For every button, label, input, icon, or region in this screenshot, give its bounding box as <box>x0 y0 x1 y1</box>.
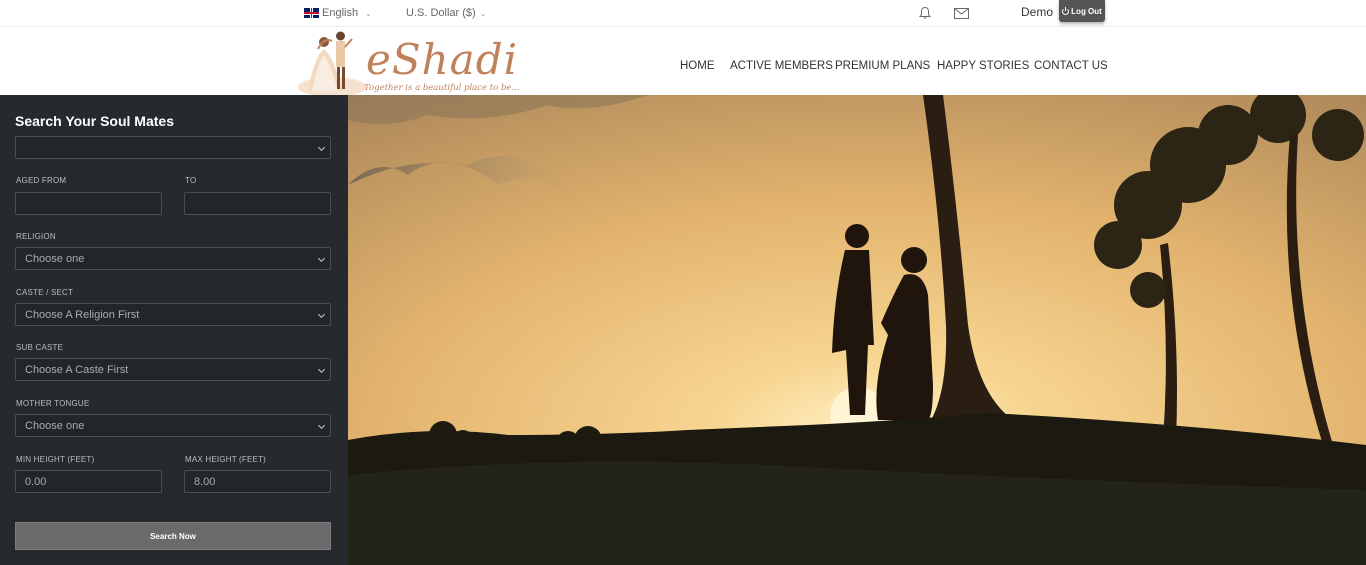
search-now-button[interactable]: Search Now <box>15 522 331 550</box>
caste-label: CASTE / SECT <box>16 288 74 297</box>
nav-contact-us[interactable]: CONTACT US <box>1034 60 1108 72</box>
nav-happy-stories[interactable]: HAPPY STORIES <box>937 60 1029 72</box>
logout-label: Log Out <box>1071 6 1102 16</box>
profile-type-select[interactable] <box>15 136 331 159</box>
aged-to-input[interactable] <box>184 192 331 215</box>
uk-flag-icon <box>304 8 319 18</box>
top-bar: English ⌄ U.S. Dollar ($) ⌄ Demo Log Out <box>0 0 1366 27</box>
aged-from-label: AGED FROM <box>16 176 67 185</box>
username-label[interactable]: Demo <box>1021 5 1053 19</box>
language-label: English <box>322 7 359 19</box>
max-height-input[interactable]: 8.00 <box>184 470 331 493</box>
aged-to-label: TO <box>185 176 197 185</box>
hero-banner-image <box>348 95 1366 565</box>
logout-button[interactable]: Log Out <box>1059 0 1105 22</box>
min-height-label: MIN HEIGHT (FEET) <box>16 455 95 464</box>
search-sidebar: Search Your Soul Mates AGED FROM TO RELI… <box>0 95 348 565</box>
currency-selector[interactable]: U.S. Dollar ($) ⌄ <box>406 7 486 19</box>
mother-tongue-label: MOTHER TONGUE <box>16 399 90 408</box>
nav-premium-plans[interactable]: PREMIUM PLANS <box>835 60 930 72</box>
nav-active-members[interactable]: ACTIVE MEMBERS <box>730 60 833 72</box>
nav-home[interactable]: HOME <box>680 60 715 72</box>
aged-from-input[interactable] <box>15 192 162 215</box>
language-selector[interactable]: English ⌄ <box>304 7 372 19</box>
subcaste-select[interactable]: Choose A Caste First <box>15 358 331 381</box>
religion-select[interactable]: Choose one <box>15 247 331 270</box>
search-title: Search Your Soul Mates <box>15 113 174 129</box>
chevron-down-icon: ⌄ <box>365 8 372 18</box>
currency-label: U.S. Dollar ($) <box>406 7 476 19</box>
logo-text[interactable]: eShadi <box>366 35 518 84</box>
chevron-down-icon: ⌄ <box>479 8 487 18</box>
mail-icon[interactable] <box>954 8 969 19</box>
hero-sunset-couple-image <box>348 95 1366 565</box>
bell-icon[interactable] <box>918 6 932 20</box>
min-height-input[interactable]: 0.00 <box>15 470 162 493</box>
caste-select[interactable]: Choose A Religion First <box>15 303 331 326</box>
mother-tongue-select[interactable]: Choose one <box>15 414 331 437</box>
max-height-label: MAX HEIGHT (FEET) <box>185 455 267 464</box>
subcaste-label: SUB CASTE <box>16 343 64 352</box>
logo-tagline: Together is a beautiful place to be... <box>364 83 520 93</box>
power-icon <box>1062 6 1070 15</box>
religion-label: RELIGION <box>16 232 56 241</box>
